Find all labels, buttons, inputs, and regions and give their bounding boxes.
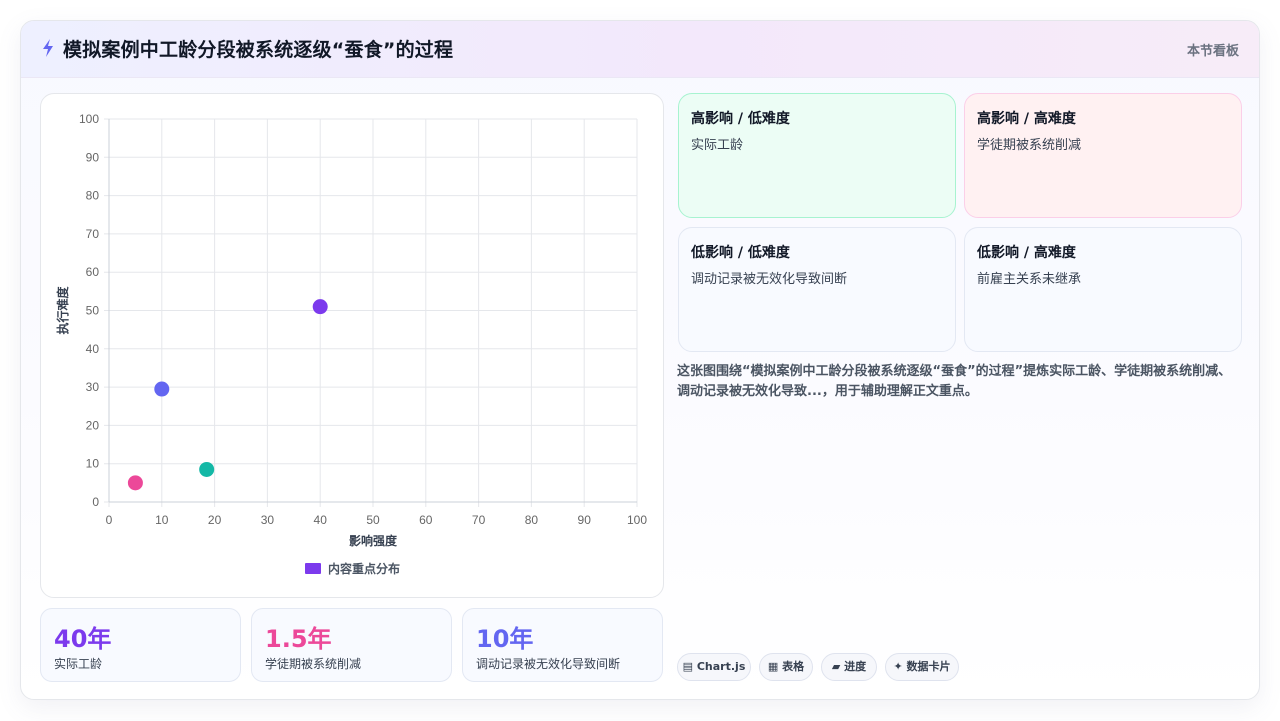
stat-value: 1.5年 xyxy=(265,625,332,653)
x-tick-label: 10 xyxy=(155,513,169,527)
header-bar: 模拟案例中工龄分段被系统逐级“蚕食”的过程 本节看板 xyxy=(21,21,1259,78)
chip-data-card[interactable]: ✦ 数据卡片 xyxy=(885,653,959,681)
quadrant-low-impact-high-difficulty: 低影响 / 高难度 前雇主关系未继承 xyxy=(964,227,1242,352)
sparkle-icon: ✦ xyxy=(893,660,903,673)
progress-icon: ▰ xyxy=(831,660,841,673)
quadrant-title: 高影响 / 低难度 xyxy=(691,111,790,127)
y-axis-title: 执行难度 xyxy=(55,286,70,335)
y-tick-label: 60 xyxy=(86,265,100,279)
quadrant-item: 调动记录被无效化导致间断 xyxy=(691,272,848,287)
legend-swatch xyxy=(305,563,321,574)
chart-description: 这张图围绕“模拟案例中工龄分段被系统逐级“蚕食”的过程”提炼实际工龄、学徒期被系… xyxy=(677,364,1232,399)
x-axis-title: 影响强度 xyxy=(349,533,398,548)
stat-label: 学徒期被系统削减 xyxy=(265,657,362,671)
data-point xyxy=(199,461,215,477)
x-tick-label: 40 xyxy=(314,513,328,527)
scatter-chart-card: 0 10 20 30 40 50 60 70 80 90 100 0 10 20 30 40 50 60 70 80 9… xyxy=(40,93,664,598)
x-tick-label: 80 xyxy=(525,513,539,527)
y-tick-label: 20 xyxy=(86,418,100,432)
data-point xyxy=(154,381,170,397)
x-tick-label: 0 xyxy=(106,513,113,527)
bolt-icon xyxy=(43,39,53,57)
chip-label: Chart.js xyxy=(696,660,746,673)
quadrant-high-impact-high-difficulty: 高影响 / 高难度 学徒期被系统削减 xyxy=(964,93,1242,218)
data-point xyxy=(312,299,328,315)
y-tick-label: 80 xyxy=(86,189,100,203)
y-tick-label: 90 xyxy=(86,150,100,164)
chip-table[interactable]: ▦ 表格 xyxy=(759,653,813,681)
y-tick-label: 40 xyxy=(86,342,100,356)
x-tick-label: 60 xyxy=(419,513,433,527)
data-point xyxy=(127,475,143,491)
y-tick-label: 50 xyxy=(86,304,100,318)
dashboard-board: 模拟案例中工龄分段被系统逐级“蚕食”的过程 本节看板 0 10 20 30 40 50 60… xyxy=(20,20,1260,700)
chip-label: 进度 xyxy=(844,660,867,673)
quadrant-item: 学徒期被系统削减 xyxy=(977,138,1082,153)
y-tick-label: 0 xyxy=(92,495,99,509)
page-title: 模拟案例中工龄分段被系统逐级“蚕食”的过程 xyxy=(63,39,454,61)
table-icon: ▦ xyxy=(767,660,779,673)
chart-icon: ▤ xyxy=(682,660,694,673)
quadrant-low-impact-low-difficulty: 低影响 / 低难度 调动记录被无效化导致间断 xyxy=(678,227,956,352)
x-tick-label: 50 xyxy=(366,513,380,527)
quadrant-item: 实际工龄 xyxy=(691,138,744,153)
stat-label: 调动记录被无效化导致间断 xyxy=(476,657,621,671)
x-tick-label: 20 xyxy=(208,513,222,527)
x-tick-label: 30 xyxy=(261,513,275,527)
scatter-chart: 0 10 20 30 40 50 60 70 80 90 100 0 10 20 30 40 50 60 70 80 9… xyxy=(55,112,647,576)
x-tick-label: 90 xyxy=(578,513,592,527)
y-tick-label: 10 xyxy=(86,457,100,471)
y-tick-label: 100 xyxy=(79,112,99,126)
stat-value: 10年 xyxy=(476,625,534,653)
stat-card-apprentice: 1.5年 学徒期被系统削减 xyxy=(251,608,452,682)
stat-value: 40年 xyxy=(54,625,112,653)
stat-card-actual-seniority: 40年 实际工龄 xyxy=(40,608,241,682)
stat-label: 实际工龄 xyxy=(54,657,103,671)
chip-label: 表格 xyxy=(782,660,805,673)
chip-chartjs[interactable]: ▤ Chart.js xyxy=(677,653,751,681)
y-tick-label: 30 xyxy=(86,380,100,394)
quadrant-title: 低影响 / 低难度 xyxy=(691,245,790,261)
section-tag: 本节看板 xyxy=(1186,44,1239,59)
chip-label: 数据卡片 xyxy=(906,660,951,673)
x-tick-label: 100 xyxy=(627,513,647,527)
y-tick-label: 70 xyxy=(86,227,100,241)
quadrant-title: 低影响 / 高难度 xyxy=(977,245,1076,261)
stat-card-transfer: 10年 调动记录被无效化导致间断 xyxy=(462,608,663,682)
quadrant-title: 高影响 / 高难度 xyxy=(977,111,1076,127)
legend-label: 内容重点分布 xyxy=(328,561,400,576)
quadrant-high-impact-low-difficulty: 高影响 / 低难度 实际工龄 xyxy=(678,93,956,218)
x-tick-label: 70 xyxy=(472,513,486,527)
quadrant-item: 前雇主关系未继承 xyxy=(977,272,1082,287)
chip-progress[interactable]: ▰ 进度 xyxy=(821,653,877,681)
